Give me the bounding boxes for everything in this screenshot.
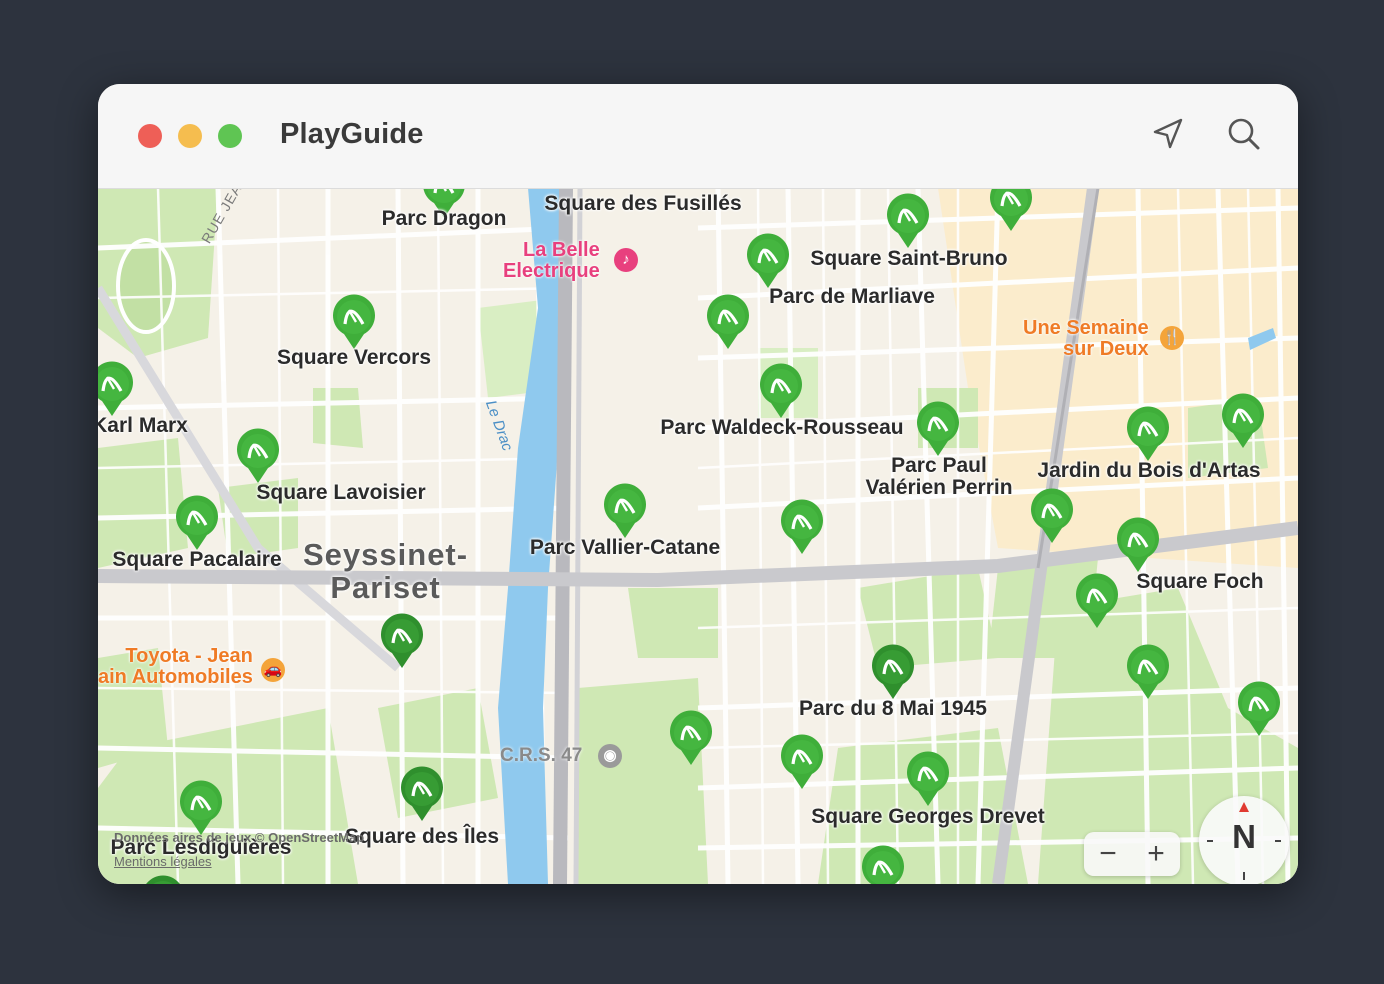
- map-pin[interactable]: [705, 294, 751, 350]
- park-label[interactable]: Square Vercors: [277, 347, 431, 369]
- minimize-button[interactable]: [178, 124, 202, 148]
- park-label[interactable]: Square Saint-Bruno: [810, 248, 1007, 270]
- title-bar: PlayGuide: [98, 84, 1298, 189]
- map-pin[interactable]: [745, 233, 791, 289]
- legal-link[interactable]: Mentions légales: [114, 854, 212, 869]
- map-attribution: Données aires de jeux © OpenStreetMap: [114, 830, 365, 845]
- park-label[interactable]: Karl Marx: [98, 415, 188, 437]
- zoom-in-button[interactable]: +: [1132, 832, 1180, 876]
- park-label[interactable]: Parc Paul Valérien Perrin: [865, 455, 1012, 499]
- zoom-out-button[interactable]: −: [1084, 832, 1132, 876]
- map-pin[interactable]: [140, 875, 186, 884]
- map-pin[interactable]: [602, 483, 648, 539]
- park-label[interactable]: Parc du 8 Mai 1945: [799, 698, 987, 720]
- map-pin[interactable]: [870, 644, 916, 700]
- map-pin[interactable]: [379, 613, 425, 669]
- poi-music-label[interactable]: La Belle Electrique: [503, 240, 600, 282]
- map-pin[interactable]: [1074, 573, 1120, 629]
- shield-icon: ◉: [598, 744, 622, 768]
- park-label[interactable]: Parc de Marliave: [769, 286, 935, 308]
- map-pin[interactable]: [331, 294, 377, 350]
- fork-knife-icon: 🍴: [1160, 326, 1184, 350]
- park-label[interactable]: Square Pacalaire: [112, 549, 281, 571]
- map-pin[interactable]: [1125, 406, 1171, 462]
- map-pin[interactable]: [905, 751, 951, 807]
- map-pin[interactable]: [399, 766, 445, 822]
- compass-button[interactable]: N: [1199, 796, 1289, 884]
- map-pin[interactable]: [915, 401, 961, 457]
- map-pin[interactable]: [1236, 681, 1282, 737]
- map-pin[interactable]: [1029, 488, 1075, 544]
- park-label[interactable]: Square Foch: [1136, 571, 1263, 593]
- compass-north-label: N: [1232, 818, 1256, 855]
- close-button[interactable]: [138, 124, 162, 148]
- app-window: PlayGuide Parc Dragon Square des Fusillé…: [98, 84, 1298, 884]
- location-arrow-icon[interactable]: [1148, 114, 1188, 154]
- map-pin[interactable]: [1125, 644, 1171, 700]
- app-title: PlayGuide: [280, 118, 424, 150]
- map-pin[interactable]: [1115, 517, 1161, 573]
- district-label: Seyssinet- Pariset: [303, 537, 469, 605]
- zoom-control: − +: [1084, 832, 1180, 876]
- map-pin[interactable]: [235, 428, 281, 484]
- poi-car-dealer-label[interactable]: Toyota - Jean ain Automobiles: [98, 646, 253, 688]
- map-pin[interactable]: [1220, 393, 1266, 449]
- map-pin[interactable]: [779, 499, 825, 555]
- map-pin[interactable]: [174, 495, 220, 551]
- map-pin[interactable]: [758, 363, 804, 419]
- map-pin[interactable]: [860, 845, 906, 884]
- map-pin[interactable]: [98, 361, 135, 417]
- map-pin[interactable]: [668, 710, 714, 766]
- music-note-icon: ♪: [614, 248, 638, 272]
- park-label[interactable]: Square Lavoisier: [256, 482, 425, 504]
- park-label[interactable]: Parc Dragon: [382, 208, 507, 230]
- park-label[interactable]: Parc Waldeck-Rousseau: [660, 417, 903, 439]
- crs-label[interactable]: C.R.S. 47: [500, 745, 582, 767]
- park-label[interactable]: Parc Vallier-Catane: [530, 537, 720, 559]
- map-pin[interactable]: [178, 780, 224, 836]
- park-label[interactable]: Square des Fusillés: [544, 193, 741, 215]
- poi-restaurant-label[interactable]: Une Semaine sur Deux: [1023, 318, 1149, 360]
- car-icon: 🚗: [261, 658, 285, 682]
- park-label[interactable]: Square Georges Drevet: [811, 806, 1044, 828]
- map-pin[interactable]: [885, 193, 931, 249]
- park-label[interactable]: Jardin du Bois d'Artas: [1037, 460, 1260, 482]
- map-view[interactable]: Parc Dragon Square des Fusillés Square S…: [98, 128, 1298, 884]
- park-label[interactable]: Square des Îles: [345, 826, 499, 848]
- search-icon[interactable]: [1224, 114, 1264, 154]
- zoom-window-button[interactable]: [218, 124, 242, 148]
- map-pin[interactable]: [779, 734, 825, 790]
